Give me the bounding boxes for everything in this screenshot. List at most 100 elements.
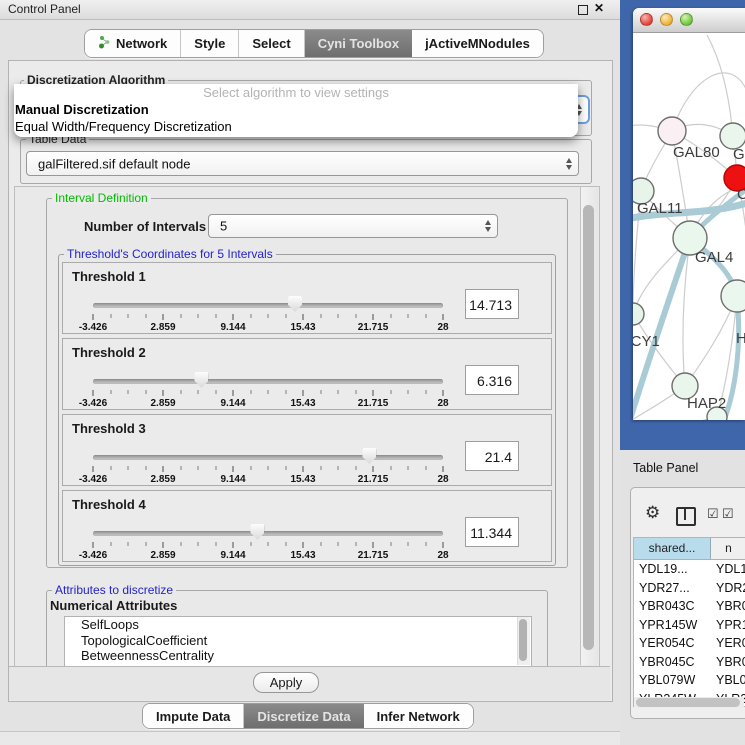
top-tab-bar: Network Style Select Cyni Toolbox jActiv…	[84, 29, 544, 58]
threshold-value-field[interactable]: 11.344	[465, 517, 519, 547]
node-label-partial: H	[736, 330, 745, 347]
threshold-slider-handle[interactable]	[362, 448, 376, 464]
table-cell: YER0	[711, 634, 745, 653]
network-icon	[98, 35, 111, 52]
threshold-scale: -3.4262.8599.14415.4321.71528	[93, 314, 443, 334]
node-label-hap2: HAP2	[687, 395, 726, 412]
number-of-intervals-combobox[interactable]: 5	[208, 214, 498, 238]
threshold-value-field[interactable]: 21.4	[465, 441, 519, 471]
tab-label: Infer Network	[377, 709, 460, 724]
scrollbar-thumb[interactable]	[583, 205, 594, 650]
threshold-label: Threshold 3	[72, 421, 146, 436]
node-label-gal80: GAL80	[673, 144, 720, 161]
checkbox-icon[interactable]: ☑	[722, 506, 734, 522]
gear-icon[interactable]: ⚙	[645, 503, 660, 523]
tab-impute-data[interactable]: Impute Data	[143, 704, 244, 728]
table-cell: YBL0	[711, 671, 745, 690]
list-item[interactable]: SelfLoops	[65, 617, 531, 633]
threshold-slider-track[interactable]	[93, 303, 443, 308]
checkbox-icon[interactable]: ☑	[707, 506, 719, 522]
node-gal80	[658, 117, 686, 145]
threshold-scale: -3.4262.8599.14415.4321.71528	[93, 542, 443, 562]
thresholds-group-label: Threshold's Coordinates for 5 Intervals	[64, 248, 276, 260]
tab-label: Style	[194, 36, 225, 51]
tab-label: jActiveMNodules	[425, 36, 530, 51]
number-of-intervals-label: Number of Intervals	[84, 219, 206, 234]
tab-label: Network	[116, 36, 167, 51]
threshold-scale: -3.4262.8599.14415.4321.71528	[93, 390, 443, 410]
close-icon[interactable]: ✕	[594, 1, 604, 15]
numerical-attributes-list[interactable]: SelfLoopsTopologicalCoefficientBetweenne…	[64, 616, 532, 668]
interval-definition-label: Interval Definition	[52, 192, 151, 204]
threshold-slider-handle[interactable]	[250, 524, 264, 540]
threshold-value-field[interactable]: 6.316	[465, 365, 519, 395]
node-label-partial: C	[737, 186, 745, 203]
table-row[interactable]: YPR145WYPR1	[634, 616, 745, 635]
node-attribute-table: shared... n YDL19...YDL1YDR27...YDR2YBR0…	[633, 537, 745, 707]
combobox-stepper-icon	[566, 158, 572, 170]
table-cell: YER054C	[634, 634, 711, 653]
threshold-4-panel: Threshold 4 -3.4262.8599.14415.4321.7152…	[62, 490, 552, 562]
float-window-icon[interactable]	[578, 5, 588, 15]
network-graph: GAL80 G C GAL11 GAL4 GCY1 H HAP2	[633, 33, 745, 420]
panel-title: Control Panel	[8, 2, 81, 16]
algorithm-dropdown-popup: Select algorithm to view settings Manual…	[14, 84, 578, 137]
bottom-strip	[0, 731, 620, 745]
dropdown-option-equal-width[interactable]: Equal Width/Frequency Discretization	[14, 118, 578, 135]
node-label-gcy1: GCY1	[633, 333, 660, 350]
tab-label: Discretize Data	[257, 709, 350, 724]
dropdown-placeholder: Select algorithm to view settings	[14, 84, 578, 101]
list-item[interactable]: BetweennessCentrality	[65, 648, 531, 664]
threshold-label: Threshold 4	[72, 497, 146, 512]
table-cell: YBR0	[711, 653, 745, 672]
network-canvas[interactable]: GAL80 G C GAL11 GAL4 GCY1 H HAP2	[633, 33, 745, 420]
tab-cyni-toolbox[interactable]: Cyni Toolbox	[305, 30, 412, 57]
scrollbar-thumb[interactable]	[519, 619, 527, 661]
close-traffic-light-icon[interactable]	[640, 13, 653, 26]
network-window-titlebar[interactable]	[633, 8, 745, 33]
table-row[interactable]: YBR043CYBR0	[634, 597, 745, 616]
table-row[interactable]: YBR045CYBR0	[634, 653, 745, 672]
column-header-name[interactable]: n	[711, 538, 745, 559]
split-columns-icon[interactable]	[676, 507, 696, 526]
table-data-combobox[interactable]: galFiltered.sif default node	[26, 151, 579, 176]
threshold-slider-handle[interactable]	[194, 372, 208, 388]
table-row[interactable]: YBL079WYBL0	[634, 671, 745, 690]
table-cell: YBR045C	[634, 653, 711, 672]
threshold-slider-track[interactable]	[93, 531, 443, 536]
minimize-traffic-light-icon[interactable]	[660, 13, 673, 26]
apply-button[interactable]: Apply	[253, 672, 319, 693]
threshold-value-field[interactable]: 14.713	[465, 289, 519, 319]
tab-label: Impute Data	[156, 709, 230, 724]
table-cell: YBR043C	[634, 597, 711, 616]
threshold-3-panel: Threshold 3 -3.4262.8599.14415.4321.7152…	[62, 414, 552, 486]
threshold-scale: -3.4262.8599.14415.4321.71528	[93, 466, 443, 486]
tab-network[interactable]: Network	[85, 30, 181, 57]
threshold-slider-track[interactable]	[93, 379, 443, 384]
table-row[interactable]: YDR27...YDR2	[634, 579, 745, 598]
threshold-slider-track[interactable]	[93, 455, 443, 460]
threshold-2-panel: Threshold 2 -3.4262.8599.14415.4321.7152…	[62, 338, 552, 410]
dropdown-option-manual-discretization[interactable]: Manual Discretization	[14, 101, 578, 118]
list-item[interactable]: TopologicalCoefficient	[65, 633, 531, 649]
table-cell: YPR1	[711, 616, 745, 635]
table-cell: YPR145W	[634, 616, 711, 635]
tab-discretize-data[interactable]: Discretize Data	[244, 704, 363, 728]
table-row[interactable]: YER054CYER0	[634, 634, 745, 653]
bottom-tab-bar: Impute Data Discretize Data Infer Networ…	[142, 703, 474, 729]
tab-style[interactable]: Style	[181, 30, 239, 57]
tab-select[interactable]: Select	[239, 30, 304, 57]
tab-label: Cyni Toolbox	[318, 36, 399, 51]
node-gcy1	[633, 303, 644, 325]
column-header-shared-name[interactable]: shared...	[634, 538, 711, 559]
table-row[interactable]: YDL19...YDL1	[634, 560, 745, 579]
scrollbar-thumb[interactable]	[636, 698, 740, 707]
zoom-traffic-light-icon[interactable]	[680, 13, 693, 26]
threshold-1-panel: Threshold 1 -3.4262.8599.14415.4321.7152…	[62, 262, 552, 334]
tab-infer-network[interactable]: Infer Network	[364, 704, 473, 728]
threshold-slider-handle[interactable]	[288, 296, 302, 312]
screen: Control Panel ✕ Network Style Select Cyn…	[0, 0, 745, 745]
tab-jactivemnodules[interactable]: jActiveMNodules	[412, 30, 543, 57]
table-panel-title: Table Panel	[633, 461, 698, 475]
table-cell: YBL079W	[634, 671, 711, 690]
